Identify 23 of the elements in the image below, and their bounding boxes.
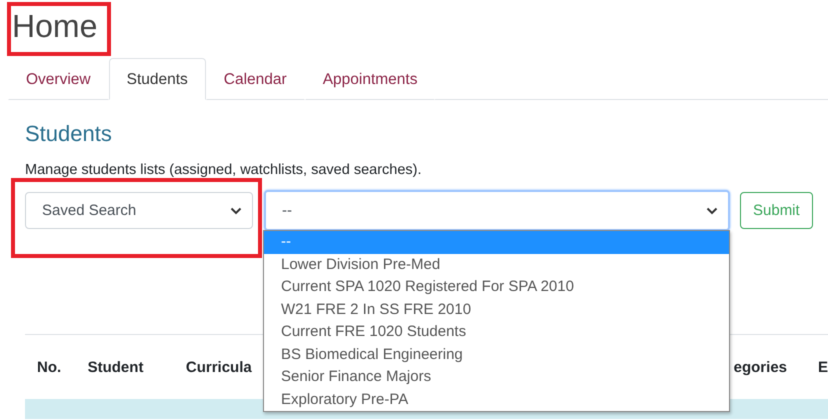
tab[interactable]: Appointments (304, 58, 436, 100)
tab[interactable]: Calendar (206, 58, 305, 100)
page-title: Home (12, 8, 98, 44)
section-description: Manage students lists (assigned, watchlists, saved searches). (25, 162, 423, 179)
chevron-down-icon (706, 206, 718, 214)
dropdown-option[interactable]: Exploratory Pre-PA (264, 388, 729, 411)
column-header: Curricula (186, 358, 253, 376)
tab[interactable]: Overview (8, 58, 109, 100)
section-title: Students (25, 120, 112, 148)
column-header: No. (37, 358, 62, 376)
tab[interactable]: Students (108, 58, 206, 100)
chevron-down-icon (230, 206, 242, 214)
dropdown-option[interactable]: Lower Division Pre-Med (264, 254, 729, 276)
dropdown-option[interactable]: Senior Finance Majors (264, 366, 729, 388)
column-header: Student (88, 358, 144, 376)
column-header: egories (734, 358, 788, 376)
dropdown-option[interactable]: BS Biomedical Engineering (264, 344, 729, 366)
saved-search-select[interactable]: -- (264, 190, 730, 231)
dropdown-option[interactable]: Current FRE 1020 Students (264, 321, 729, 344)
dropdown-option[interactable]: Current SPA 1020 Registered For SPA 2010 (264, 276, 729, 298)
dropdown-option[interactable]: W21 FRE 2 In SS FRE 2010 (264, 298, 729, 321)
list-type-select[interactable]: Saved Search (25, 192, 253, 229)
column-header: E (818, 358, 828, 376)
